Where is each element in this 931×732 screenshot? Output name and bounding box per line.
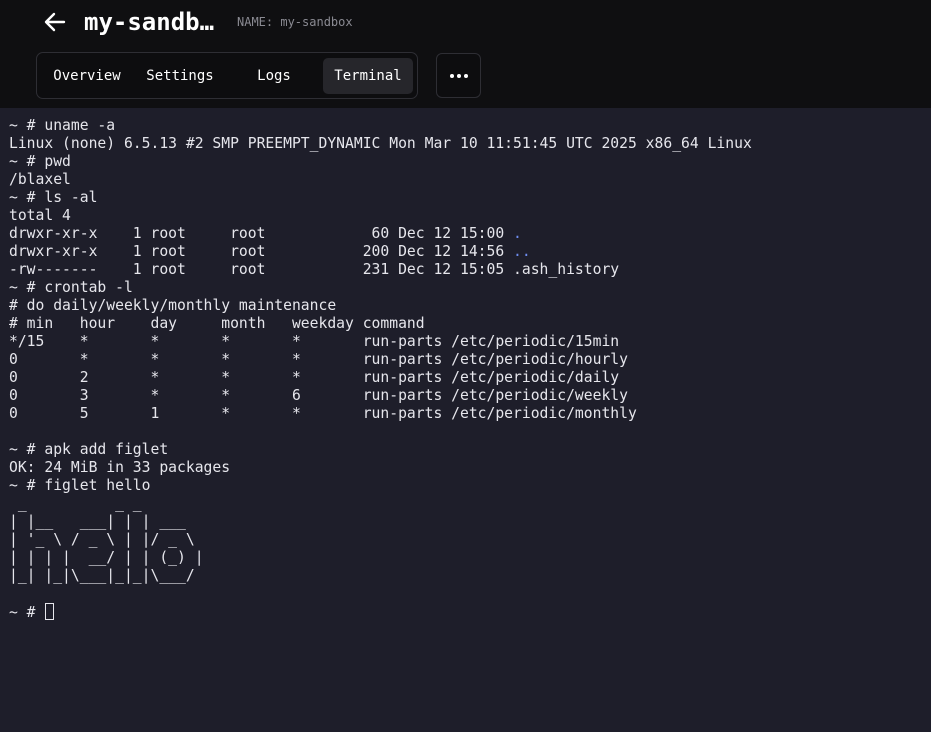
sandbox-name-label: NAME: my-sandbox — [237, 15, 353, 29]
terminal-line: OK: 24 MiB in 33 packages — [9, 459, 231, 476]
directory-entry: . — [513, 225, 522, 242]
terminal-cursor — [45, 603, 55, 620]
terminal-line: */15 * * * * run-parts /etc/periodic/15m… — [9, 333, 620, 350]
terminal-line: -rw------- 1 root root 231 Dec 12 15:05 … — [9, 261, 620, 278]
terminal-line: drwxr-xr-x 1 root root 60 Dec 12 15:00 . — [9, 225, 522, 242]
more-options-button[interactable] — [436, 53, 481, 98]
terminal-panel[interactable]: ~ # uname -a Linux (none) 6.5.13 #2 SMP P… — [0, 108, 931, 732]
more-horizontal-icon — [448, 73, 469, 78]
terminal-line: 0 2 * * * run-parts /etc/periodic/daily — [9, 369, 620, 386]
terminal-line: total 4 — [9, 207, 71, 224]
terminal-line: | |__ ___| | | ___ — [9, 513, 204, 530]
terminal-line: ~ # apk add figlet — [9, 441, 169, 458]
terminal-line: ~ # — [9, 603, 752, 621]
tab-terminal[interactable]: Terminal — [323, 58, 413, 94]
tab-bar: Overview Settings Logs Terminal — [36, 52, 418, 99]
terminal-line: |_| |_|\___|_|_|\___/ — [9, 567, 204, 584]
terminal-line: ~ # ls -al — [9, 189, 98, 206]
terminal-line: Linux (none) 6.5.13 #2 SMP PREEMPT_DYNAM… — [9, 135, 752, 152]
tab-overview[interactable]: Overview — [43, 58, 131, 94]
tab-logs[interactable]: Logs — [229, 58, 319, 94]
terminal-line: /blaxel — [9, 171, 71, 188]
tab-settings[interactable]: Settings — [135, 58, 225, 94]
sandbox-header: my-sandb… NAME: my-sandbox Overview Sett… — [0, 0, 931, 108]
directory-entry: .. — [513, 243, 531, 260]
terminal-line: ~ # figlet hello — [9, 477, 151, 494]
terminal-line: 0 3 * * 6 run-parts /etc/periodic/weekly — [9, 387, 628, 404]
terminal-line: _ _ _ — [9, 495, 204, 512]
terminal-output: ~ # uname -a Linux (none) 6.5.13 #2 SMP P… — [9, 117, 752, 621]
terminal-line: ~ # pwd — [9, 153, 71, 170]
terminal-line: 0 5 1 * * run-parts /etc/periodic/monthl… — [9, 405, 637, 422]
arrow-left-icon — [44, 12, 66, 32]
page-title: my-sandb… — [84, 8, 215, 36]
terminal-line: # do daily/weekly/monthly maintenance — [9, 297, 337, 314]
terminal-line: drwxr-xr-x 1 root root 200 Dec 12 14:56 … — [9, 243, 531, 260]
terminal-line: | '_ \ / _ \ | |/ _ \ — [9, 531, 204, 548]
back-button[interactable] — [40, 8, 70, 36]
terminal-line: 0 * * * * run-parts /etc/periodic/hourly — [9, 351, 628, 368]
terminal-line: ~ # crontab -l — [9, 279, 133, 296]
terminal-line: # min hour day month weekday command — [9, 315, 425, 332]
terminal-line: | | | | __/ | | (_) | — [9, 549, 204, 566]
terminal-line: ~ # uname -a — [9, 117, 116, 134]
